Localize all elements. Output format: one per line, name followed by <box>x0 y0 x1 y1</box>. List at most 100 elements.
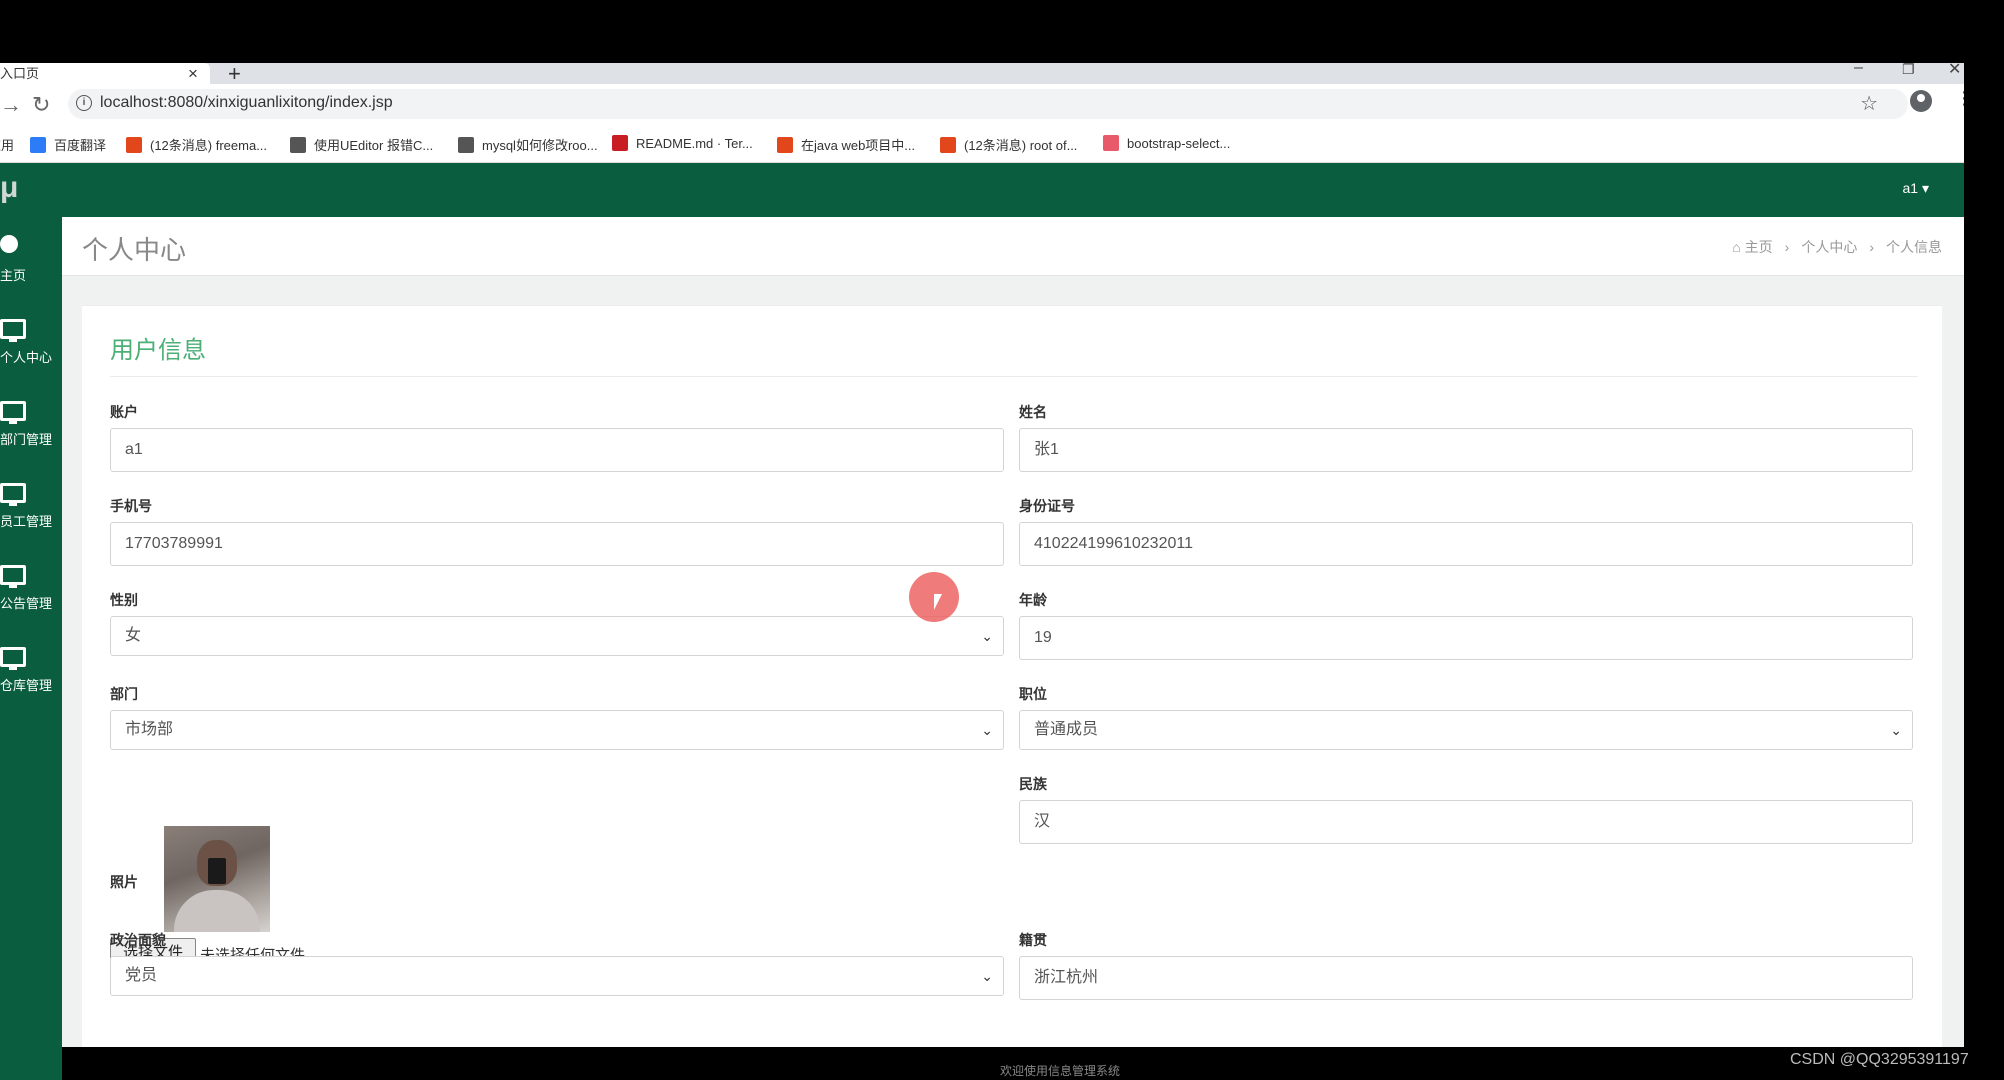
breadcrumb: ⌂ 主页 › 个人中心 › 个人信息 <box>1732 237 1942 257</box>
screen-top-border <box>0 0 2004 63</box>
position-select[interactable]: 普通成员 ⌄ <box>1019 710 1913 750</box>
brush-icon <box>290 137 306 153</box>
baidu-translate-icon <box>30 137 46 153</box>
dept-select[interactable]: 市场部 ⌄ <box>110 710 1004 750</box>
breadcrumb-item-personal-info: 个人信息 <box>1886 239 1942 255</box>
position-select-value: 普通成员 <box>1034 721 1099 738</box>
screen-right-border <box>1964 63 2004 1080</box>
forward-icon[interactable]: → <box>0 92 22 118</box>
breadcrumb-item-home[interactable]: 主页 <box>1745 239 1773 255</box>
site-info-icon[interactable]: i <box>76 95 92 111</box>
home-icon: ⌂ <box>1732 239 1745 255</box>
age-label: 年龄 <box>1019 592 1047 608</box>
reload-icon[interactable]: ↻ <box>32 92 50 118</box>
window-close-icon[interactable]: ✕ <box>1948 63 1961 79</box>
sidebar-item[interactable]: 仓库管理 <box>0 641 62 713</box>
chevron-down-icon: ⌄ <box>981 628 993 644</box>
chevron-down-icon: ⌄ <box>981 722 993 738</box>
gender-select[interactable]: 女 ⌄ <box>110 616 1004 656</box>
sidebar-item-label: 仓库管理 <box>0 678 53 693</box>
gender-label: 性别 <box>110 592 138 608</box>
url-field[interactable]: i localhost:8080/xinxiguanlixitong/index… <box>68 89 1908 119</box>
bookmark-item[interactable]: 使用UEditor 报错C... <box>290 135 433 154</box>
page-title: 个人中心 <box>82 235 187 265</box>
mouse-pointer-icon <box>934 594 942 610</box>
tab-close-icon[interactable]: × <box>188 63 198 84</box>
ethnic-label: 民族 <box>1019 776 1047 792</box>
browser-menu-icon[interactable]: ⋮ <box>1955 88 1964 109</box>
name-input[interactable]: 张1 <box>1019 428 1913 472</box>
gender-select-value: 女 <box>125 627 142 644</box>
url-text[interactable]: localhost:8080/xinxiguanlixitong/index.j… <box>100 94 393 112</box>
restore-icon[interactable]: ❐ <box>1902 63 1915 78</box>
watermark: CSDN @QQ3295391197 <box>1790 1051 1969 1068</box>
sidebar-item[interactable]: 主页 <box>0 231 62 303</box>
monitor-icon <box>0 319 26 342</box>
sidebar-item-label: 个人中心 <box>0 350 53 365</box>
bookmark-item[interactable]: 在java web项目中... <box>777 135 915 154</box>
tab-strip: 入口页 × + – ❐ ✕ <box>0 63 1964 86</box>
account-input[interactable]: a1 <box>110 428 1004 472</box>
chevron-down-icon: ⌄ <box>981 968 993 984</box>
monitor-icon <box>0 647 26 670</box>
sidebar-item-label: 部门管理 <box>0 432 53 447</box>
brush-icon <box>458 137 474 153</box>
dept-label: 部门 <box>110 686 138 702</box>
chevron-down-icon: ⌄ <box>1890 722 1902 738</box>
breadcrumb-item-personal-center[interactable]: 个人中心 <box>1801 239 1857 255</box>
tab-title: 入口页 <box>0 66 40 81</box>
photo-phone <box>208 858 226 884</box>
bookmark-label: 百度翻译 <box>54 138 107 153</box>
account-label: 账户 <box>110 404 138 420</box>
idcard-input[interactable]: 410224199610232011 <box>1019 522 1913 566</box>
title-divider <box>110 376 1918 377</box>
bookmark-item[interactable]: (12条消息) freema... <box>126 135 267 154</box>
sidebar: 主页个人中心部门管理员工管理公告管理仓库管理 <box>0 217 62 1080</box>
user-menu-dropdown[interactable]: a1 ▾ <box>1903 180 1930 197</box>
politics-select[interactable]: 党员 ⌄ <box>110 956 1004 996</box>
monitor-icon <box>0 483 26 506</box>
name-label: 姓名 <box>1019 404 1047 420</box>
minimize-icon[interactable]: – <box>1854 63 1863 77</box>
bootstrap-icon <box>1103 135 1119 151</box>
photo-shirt <box>174 890 260 932</box>
dashboard-icon <box>0 235 18 253</box>
breadcrumb-separator: › <box>1784 239 1790 255</box>
position-label: 职位 <box>1019 686 1047 702</box>
politics-label: 政治面貌 <box>110 932 166 948</box>
csdn-icon <box>126 137 142 153</box>
app-header: μ a1 ▾ <box>0 163 1964 217</box>
bookmark-item[interactable]: (12条消息) root of... <box>940 135 1077 154</box>
sidebar-item[interactable]: 部门管理 <box>0 395 62 467</box>
bookmark-apps[interactable]: 应用 <box>0 135 14 154</box>
bookmark-label: README.md · Ter... <box>636 136 753 151</box>
bookmark-item[interactable]: README.md · Ter... <box>612 135 753 151</box>
origin-input[interactable]: 浙江杭州 <box>1019 956 1913 1000</box>
gitee-icon <box>612 135 628 151</box>
sidebar-item[interactable]: 公告管理 <box>0 559 62 631</box>
bookmark-star-icon[interactable]: ☆ <box>1860 91 1878 116</box>
user-info-card: 用户信息 账户 a1 姓名 张1 手机号 17703789991 身份证号 41… <box>82 305 1942 1080</box>
monitor-icon <box>0 401 26 424</box>
user-photo <box>164 826 270 932</box>
monitor-icon <box>0 565 26 588</box>
bookmark-item[interactable]: 百度翻译 <box>30 135 106 154</box>
browser-tab[interactable]: 入口页 × <box>0 63 210 84</box>
form-title: 用户信息 <box>110 337 206 364</box>
bookmark-item[interactable]: mysql如何修改roo... <box>458 135 598 154</box>
idcard-label: 身份证号 <box>1019 498 1075 514</box>
account-icon[interactable] <box>1910 90 1932 112</box>
politics-select-value: 党员 <box>125 967 158 984</box>
browser-window: 入口页 × + – ❐ ✕ → ↻ i localhost:8080/xinxi… <box>0 63 1964 1080</box>
sidebar-item[interactable]: 员工管理 <box>0 477 62 549</box>
bookmark-label: mysql如何修改roo... <box>482 138 598 153</box>
ethnic-input[interactable]: 汉 <box>1019 800 1913 844</box>
dept-select-value: 市场部 <box>125 721 174 738</box>
age-input[interactable]: 19 <box>1019 616 1913 660</box>
sidebar-item-label: 员工管理 <box>0 514 53 529</box>
bookmark-item[interactable]: bootstrap-select... <box>1103 135 1230 151</box>
sidebar-item[interactable]: 个人中心 <box>0 313 62 385</box>
app-logo: μ <box>0 171 19 204</box>
phone-input[interactable]: 17703789991 <box>110 522 1004 566</box>
breadcrumb-separator: › <box>1869 239 1874 255</box>
